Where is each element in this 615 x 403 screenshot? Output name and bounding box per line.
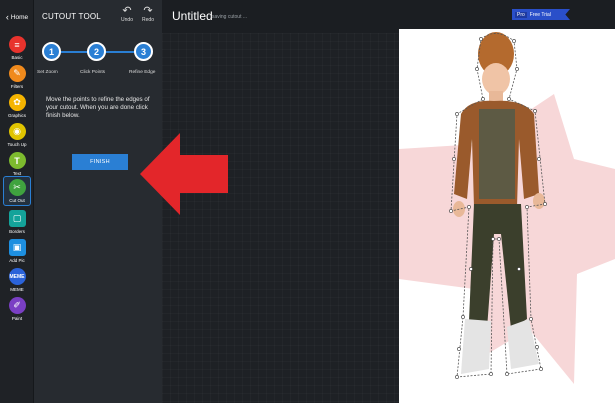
undo-icon: ↶: [122, 5, 132, 17]
instructions-text: Move the points to refine the edges of y…: [46, 96, 150, 120]
document-title[interactable]: Untitled: [172, 9, 213, 23]
home-button[interactable]: ‹ Home: [0, 0, 34, 34]
tool-meme[interactable]: MEME MEME: [3, 268, 31, 296]
free-trial-label: Free Trial: [529, 11, 551, 18]
text-icon: T: [8, 152, 26, 169]
tool-add-pic[interactable]: ▣ Add Pic: [3, 239, 31, 267]
panel-title: CUTOUT TOOL: [42, 12, 101, 21]
tool-borders[interactable]: ▢ Borders: [3, 210, 31, 238]
tool-label: Graphics: [7, 113, 26, 118]
eye-icon: ◉: [8, 123, 26, 140]
redo-label: Redo: [142, 17, 154, 23]
undo-label: Undo: [121, 17, 133, 23]
tool-label: Touch Up: [7, 142, 27, 147]
pro-badge: Pro: [515, 11, 527, 18]
tool-cut-out[interactable]: ✂ Cut Out: [3, 176, 31, 206]
brush-icon: ✐: [8, 297, 26, 314]
tool-filters[interactable]: ✎ Filters: [3, 65, 31, 93]
finish-button[interactable]: FINISH: [72, 154, 128, 170]
chevron-left-icon: ‹: [5, 12, 9, 22]
free-trial-button[interactable]: Pro Free Trial: [512, 9, 570, 20]
tool-label: Cut Out: [9, 198, 25, 203]
arrow-left-icon: [140, 133, 228, 215]
tool-basic[interactable]: ≡ Basic: [3, 36, 31, 64]
image-icon: ▣: [8, 239, 26, 256]
graphics-icon: ✿: [8, 94, 26, 111]
tool-graphics[interactable]: ✿ Graphics: [3, 94, 31, 122]
tool-label: Paint: [11, 316, 23, 321]
sliders-icon: ≡: [8, 36, 26, 53]
redo-icon: ↷: [143, 5, 153, 17]
redo-button[interactable]: ↷ Redo: [139, 5, 157, 23]
tool-label: Filters: [10, 84, 24, 89]
cutout-photo: [399, 32, 615, 384]
step-3-label: Refine Edge: [129, 70, 156, 75]
tool-label: Basic: [11, 55, 23, 60]
tool-paint[interactable]: ✐ Paint: [3, 297, 31, 325]
step-3-badge[interactable]: 3: [134, 42, 153, 61]
wand-icon: ✎: [8, 65, 26, 82]
tool-label: Add Pic: [9, 258, 25, 263]
scissors-icon: ✂: [8, 179, 26, 196]
step-1-badge[interactable]: 1: [42, 42, 61, 61]
home-label: Home: [10, 13, 29, 21]
meme-icon: MEME: [8, 268, 26, 285]
step-2-badge[interactable]: 2: [87, 42, 106, 61]
tool-touch-up[interactable]: ◉ Touch Up: [3, 123, 31, 151]
border-icon: ▢: [8, 210, 26, 227]
tool-rail: ‹ Home ≡ Basic ✎ Filters ✿ Graphics ◉ To…: [0, 0, 34, 403]
tool-label: MEME: [10, 287, 24, 292]
tool-label: Borders: [9, 229, 25, 234]
save-status: saving cutout ...: [212, 14, 248, 20]
undo-button[interactable]: ↶ Undo: [118, 5, 136, 23]
step-2-label: Click Points: [80, 70, 106, 75]
canvas-area[interactable]: [162, 33, 399, 403]
photo-canvas[interactable]: [399, 29, 615, 403]
step-1-label: Set Zoom: [37, 70, 58, 75]
